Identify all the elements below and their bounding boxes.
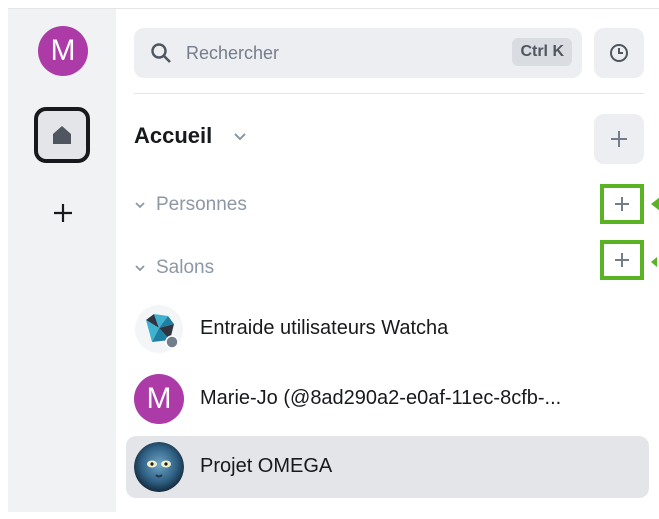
home-space-button[interactable] <box>34 107 90 163</box>
section-header-salons[interactable]: Salons <box>134 253 214 283</box>
space-rail: M <box>8 8 116 512</box>
user-avatar[interactable]: M <box>38 26 88 76</box>
room-name: Marie-Jo (@8ad290a2-e0af-11ec-8cfb-... <box>200 387 562 409</box>
clock-icon <box>610 44 628 62</box>
create-space-button[interactable] <box>48 198 78 228</box>
section-header-personnes[interactable]: Personnes <box>134 190 247 220</box>
home-add-button[interactable] <box>594 114 644 164</box>
search-input[interactable]: Rechercher Ctrl K <box>134 28 582 78</box>
highlight-arrow <box>651 197 659 211</box>
add-room-button[interactable] <box>600 240 644 280</box>
plus-icon <box>615 197 629 211</box>
section-label: Salons <box>156 257 215 278</box>
watcha-logo-icon <box>134 304 184 354</box>
search-placeholder: Rechercher <box>186 43 280 63</box>
room-name: Projet OMEGA <box>200 455 333 477</box>
highlight-arrow <box>651 257 657 267</box>
plus-icon <box>611 131 627 147</box>
divider <box>134 93 644 94</box>
chevron-down-icon <box>135 202 145 209</box>
search-shortcut-badge: Ctrl K <box>512 38 572 66</box>
plus-icon <box>54 204 72 222</box>
search-icon <box>151 43 171 63</box>
plus-icon <box>615 253 629 267</box>
avatar: M <box>134 374 184 424</box>
recent-rooms-button[interactable] <box>594 28 644 78</box>
section-label: Personnes <box>156 194 247 215</box>
room-name: Entraide utilisateurs Watcha <box>200 317 449 339</box>
room-list-item[interactable]: M Marie-Jo (@8ad290a2-e0af-11ec-8cfb-... <box>126 368 649 430</box>
add-person-button[interactable] <box>600 184 644 224</box>
photo-avatar <box>134 442 184 492</box>
home-title[interactable]: Accueil <box>134 123 212 149</box>
chevron-down-icon <box>135 265 145 272</box>
room-list-item-selected[interactable]: Projet OMEGA <box>126 436 649 498</box>
chevron-down-icon[interactable] <box>233 130 247 144</box>
room-list-item[interactable]: Entraide utilisateurs Watcha <box>126 298 649 360</box>
home-icon <box>53 126 71 144</box>
room-list-panel: Rechercher Ctrl K Accueil Personnes Salo… <box>116 8 659 512</box>
